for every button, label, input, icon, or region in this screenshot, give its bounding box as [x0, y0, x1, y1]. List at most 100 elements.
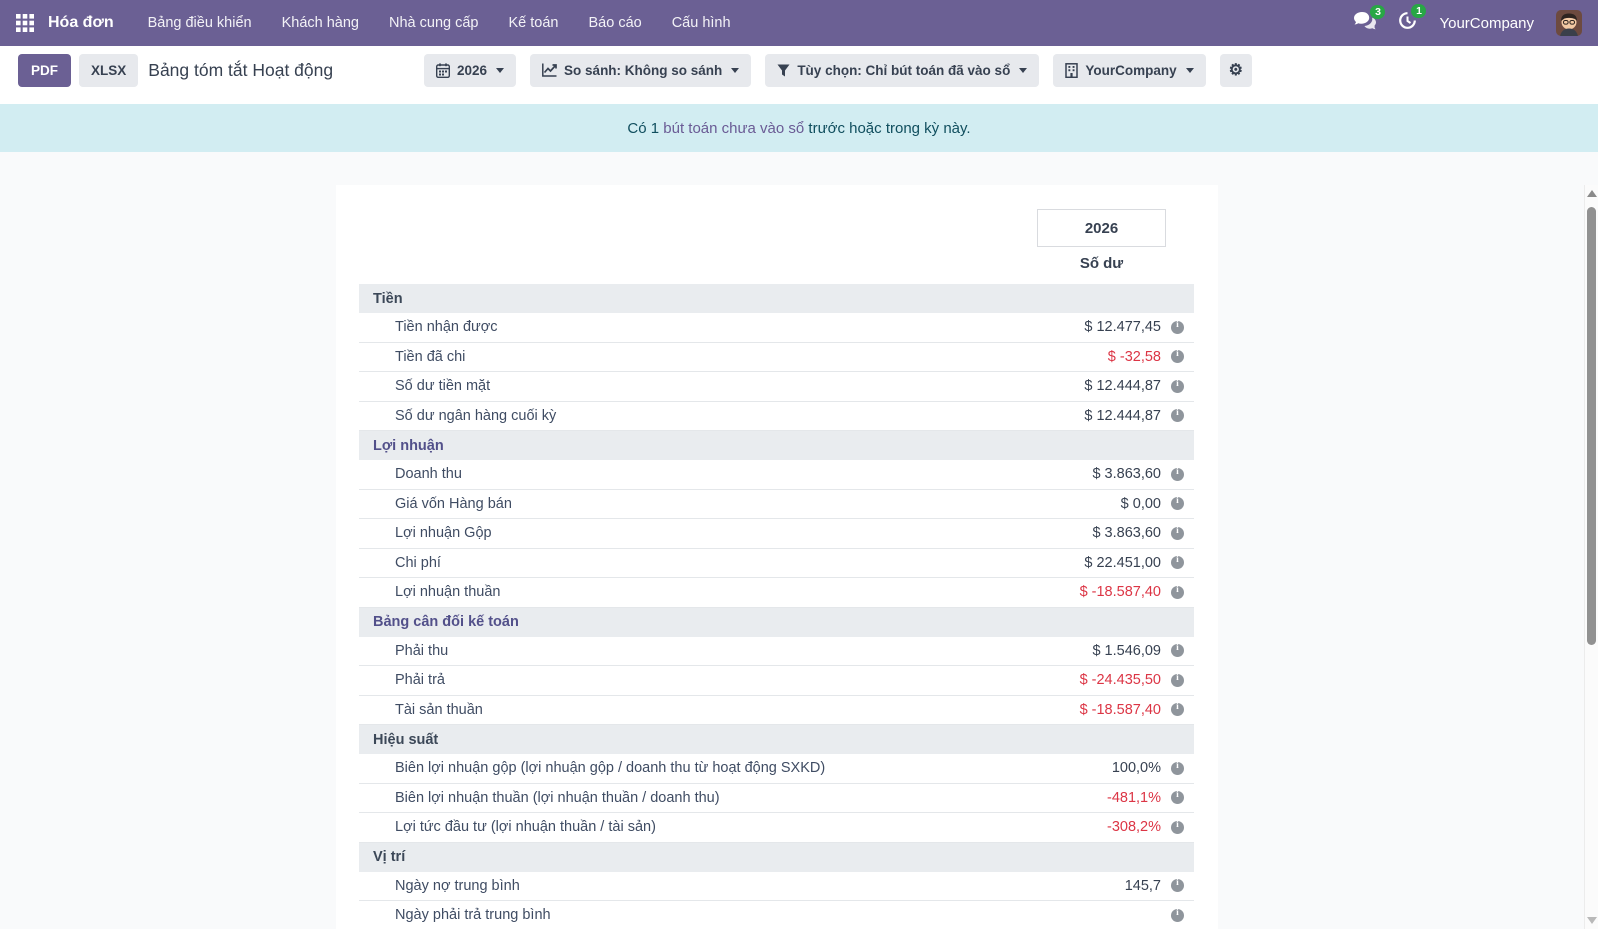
gears-icon: ⚙: [1229, 60, 1243, 80]
info-icon[interactable]: [1171, 409, 1184, 422]
page-title: Bảng tóm tắt Hoạt động: [148, 60, 333, 81]
nav-item-configuration[interactable]: Cấu hình: [672, 15, 731, 31]
row-label: Doanh thu: [359, 466, 971, 482]
report-card: 2026 Số dư Tiền Tiền nhận được $ 12.477,…: [336, 185, 1218, 929]
row-value: -481,1%: [971, 790, 1161, 806]
section-header-cash: Tiền: [359, 284, 1194, 313]
table-row: Giá vốn Hàng bán $ 0,00: [359, 490, 1194, 520]
info-icon[interactable]: [1171, 879, 1184, 892]
row-label: Chi phí: [359, 555, 971, 571]
info-icon[interactable]: [1171, 586, 1184, 599]
apps-grid-icon[interactable]: [16, 14, 34, 32]
info-icon[interactable]: [1171, 791, 1184, 804]
info-icon[interactable]: [1171, 674, 1184, 687]
building-icon: [1065, 63, 1078, 78]
table-row: Doanh thu $ 3.863,60: [359, 460, 1194, 490]
funnel-icon: [777, 64, 790, 77]
row-value: $ 12.477,45: [971, 319, 1161, 335]
row-value: $ 0,00: [971, 496, 1161, 512]
banner-text-suffix: trước hoặc trong kỳ này.: [804, 120, 970, 137]
row-label: Lợi nhuận Gộp: [359, 525, 971, 541]
row-label: Lợi nhuận thuần: [359, 584, 971, 600]
user-avatar[interactable]: [1556, 10, 1582, 36]
nav-item-dashboard[interactable]: Bảng điều khiển: [148, 15, 252, 31]
info-icon[interactable]: [1171, 556, 1184, 569]
nav-item-accounting[interactable]: Kế toán: [508, 15, 558, 31]
row-value: $ 1.546,09: [971, 643, 1161, 659]
table-row: Chi phí $ 22.451,00: [359, 549, 1194, 579]
row-label: Giá vốn Hàng bán: [359, 496, 971, 512]
nav-item-customers[interactable]: Khách hàng: [282, 15, 359, 31]
row-value: $ 22.451,00: [971, 555, 1161, 571]
table-row: Số dư tiền mặt $ 12.444,87: [359, 372, 1194, 402]
row-label: Phải trả: [359, 672, 971, 688]
row-value: $ -18.587,40: [971, 584, 1161, 600]
nav-item-reporting[interactable]: Báo cáo: [588, 15, 641, 31]
period-filter-label: 2026: [457, 63, 487, 78]
row-label: Lợi tức đầu tư (lợi nhuận thuần / tài sả…: [359, 819, 971, 835]
table-row: Tiền đã chi $ -32,58: [359, 343, 1194, 373]
report-settings-button[interactable]: ⚙: [1220, 54, 1252, 87]
row-label: Tiền nhận được: [359, 319, 971, 335]
info-icon[interactable]: [1171, 350, 1184, 363]
comparison-filter-label: So sánh: Không so sánh: [564, 63, 722, 78]
row-label: Ngày phải trả trung bình: [359, 907, 971, 923]
executive-summary-table: Tiền Tiền nhận được $ 12.477,45 Tiền đã …: [359, 284, 1194, 929]
activities-button[interactable]: 1: [1398, 11, 1417, 35]
scroll-up-arrow-icon[interactable]: [1587, 190, 1597, 197]
export-xlsx-button[interactable]: XLSX: [79, 54, 138, 87]
section-header-balance-sheet: Bảng cân đối kế toán: [359, 608, 1194, 637]
section-header-performance: Hiệu suất: [359, 725, 1194, 754]
table-row: Tài sản thuần $ -18.587,40: [359, 696, 1194, 726]
table-row: Biên lợi nhuận gộp (lợi nhuận gộp / doan…: [359, 754, 1194, 784]
row-label: Biên lợi nhuận gộp (lợi nhuận gộp / doan…: [359, 760, 971, 776]
table-row: Ngày nợ trung bình 145,7: [359, 872, 1194, 902]
row-value: $ 3.863,60: [971, 466, 1161, 482]
comparison-filter-button[interactable]: So sánh: Không so sánh: [530, 54, 751, 87]
balance-column-header: Số dư: [1037, 255, 1166, 272]
scrollbar-thumb[interactable]: [1587, 207, 1596, 645]
table-row: Phải thu $ 1.546,09: [359, 637, 1194, 667]
control-panel: PDF XLSX Bảng tóm tắt Hoạt động 2026 So …: [0, 46, 1598, 94]
company-filter-button[interactable]: YourCompany: [1053, 54, 1205, 87]
messages-button[interactable]: 3: [1354, 12, 1376, 35]
vertical-scrollbar[interactable]: [1584, 185, 1598, 929]
info-icon[interactable]: [1171, 909, 1184, 922]
report-content: 2026 Số dư Tiền Tiền nhận được $ 12.477,…: [0, 152, 1598, 929]
unposted-entries-link[interactable]: bút toán chưa vào sổ: [663, 120, 804, 137]
period-filter-button[interactable]: 2026: [424, 54, 516, 87]
top-navbar: Hóa đơn Bảng điều khiển Khách hàng Nhà c…: [0, 0, 1598, 46]
row-value: -308,2%: [971, 819, 1161, 835]
table-row: Biên lợi nhuận thuần (lợi nhuận thuần / …: [359, 784, 1194, 814]
info-icon[interactable]: [1171, 703, 1184, 716]
nav-item-vendors[interactable]: Nhà cung cấp: [389, 15, 478, 31]
row-label: Biên lợi nhuận thuần (lợi nhuận thuần / …: [359, 790, 971, 806]
info-icon[interactable]: [1171, 321, 1184, 334]
options-filter-label: Tùy chọn: Chỉ bút toán đã vào sổ: [797, 63, 1010, 78]
table-row: Lợi nhuận Gộp $ 3.863,60: [359, 519, 1194, 549]
options-filter-button[interactable]: Tùy chọn: Chỉ bút toán đã vào sổ: [765, 54, 1039, 87]
info-icon[interactable]: [1171, 762, 1184, 775]
row-value: 145,7: [971, 878, 1161, 894]
info-icon[interactable]: [1171, 468, 1184, 481]
filter-toolbar: 2026 So sánh: Không so sánh Tùy chọn: Ch…: [424, 54, 1252, 87]
chevron-down-icon: [1186, 68, 1194, 73]
section-header-position: Vị trí: [359, 843, 1194, 872]
company-switcher[interactable]: YourCompany: [1439, 15, 1534, 32]
info-icon[interactable]: [1171, 527, 1184, 540]
row-label: Tiền đã chi: [359, 349, 971, 365]
row-label: Phải thu: [359, 643, 971, 659]
info-icon[interactable]: [1171, 821, 1184, 834]
activities-badge: 1: [1411, 4, 1426, 18]
export-pdf-button[interactable]: PDF: [18, 54, 71, 87]
scroll-down-arrow-icon[interactable]: [1587, 917, 1597, 924]
app-name-invoicing[interactable]: Hóa đơn: [48, 14, 114, 32]
info-icon[interactable]: [1171, 497, 1184, 510]
table-row-partial: Ngày phải trả trung bình: [359, 901, 1194, 929]
banner-text-prefix: Có 1: [627, 120, 663, 137]
table-row: Số dư ngân hàng cuối kỳ $ 12.444,87: [359, 402, 1194, 432]
messages-badge: 3: [1370, 5, 1385, 19]
table-row: Lợi nhuận thuần $ -18.587,40: [359, 578, 1194, 608]
info-icon[interactable]: [1171, 380, 1184, 393]
info-icon[interactable]: [1171, 644, 1184, 657]
